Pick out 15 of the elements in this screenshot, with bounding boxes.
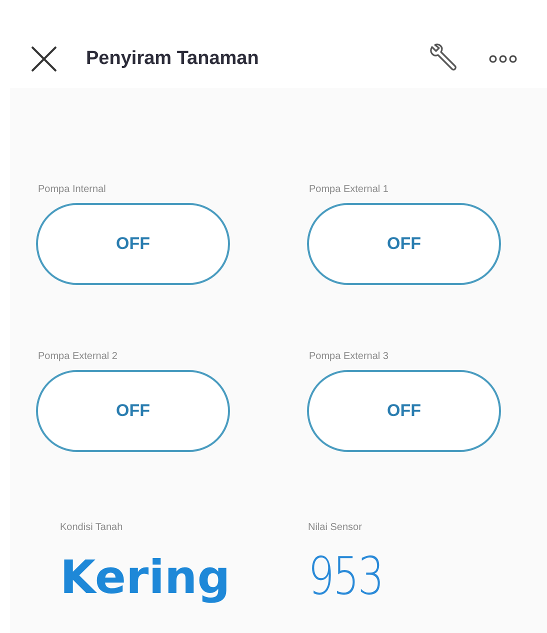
switch-label: Pompa External 3: [309, 350, 390, 364]
toggle-button[interactable]: OFF: [307, 370, 501, 452]
window-title: Penyiram Tanaman: [86, 46, 259, 71]
display-value: 953: [308, 549, 384, 605]
display-label: Kondisi Tanah: [60, 521, 124, 535]
switch-label: Pompa Internal: [38, 183, 107, 197]
display-value: Kering: [60, 549, 232, 605]
more-icon[interactable]: [489, 54, 517, 64]
switch-label: Pompa External 1: [309, 183, 390, 197]
toggle-button[interactable]: OFF: [36, 370, 230, 452]
close-icon[interactable]: [30, 45, 58, 73]
display-label: Nilai Sensor: [308, 521, 363, 535]
toggle-button[interactable]: OFF: [307, 203, 501, 285]
toggle-button[interactable]: OFF: [36, 203, 230, 285]
switch-label: Pompa External 2: [38, 350, 118, 364]
